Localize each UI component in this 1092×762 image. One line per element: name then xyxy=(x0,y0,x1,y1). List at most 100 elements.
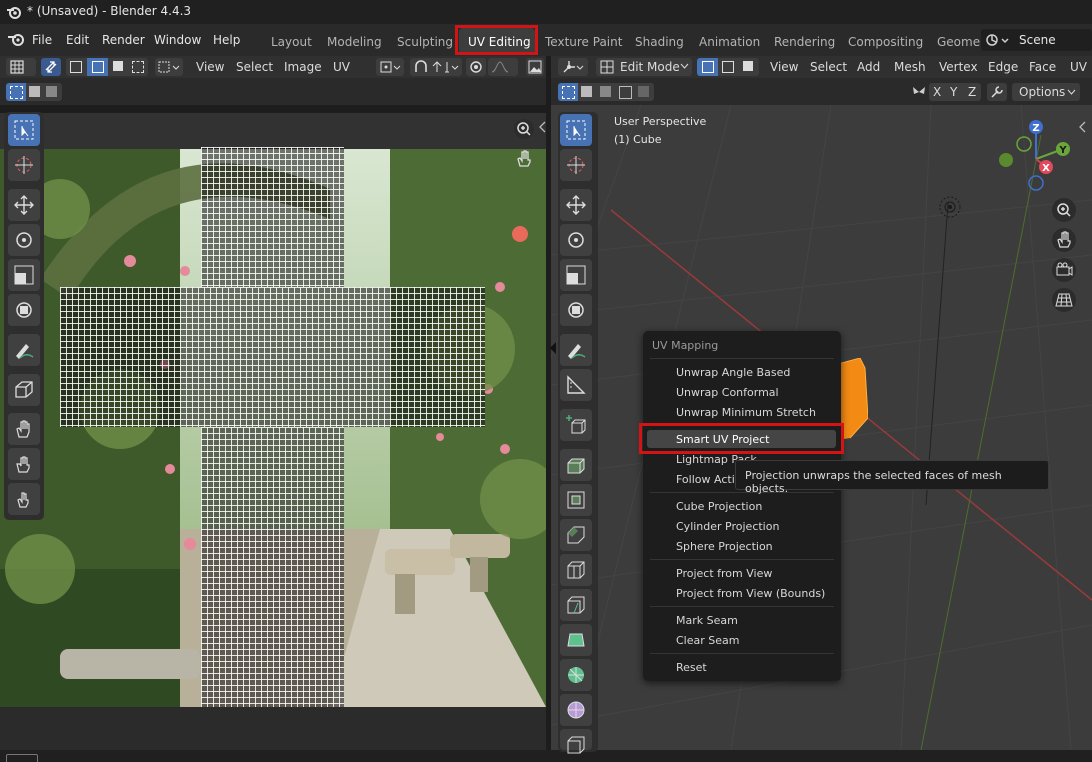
vp-menu-edge[interactable]: Edge xyxy=(988,60,1018,74)
vertex-select-icon xyxy=(702,61,714,73)
uv-rip-tool[interactable] xyxy=(8,374,40,406)
menu-item-mark-seam[interactable]: Mark Seam xyxy=(676,614,738,627)
mirror-axis-z[interactable]: Z xyxy=(968,85,976,99)
blender-menu-icon[interactable] xyxy=(7,33,25,47)
vp-measure-tool[interactable] xyxy=(560,369,592,401)
tab-texture-paint[interactable]: Texture Paint xyxy=(545,35,622,49)
menu-item-sphere-projection[interactable]: Sphere Projection xyxy=(676,540,773,553)
vp-select-box-tool[interactable] xyxy=(560,114,592,146)
vp-menu-face[interactable]: Face xyxy=(1029,60,1056,74)
menu-item-project-from-view[interactable]: Project from View xyxy=(676,567,772,580)
vp-move-tool[interactable] xyxy=(560,189,592,221)
uv-cursor-tool[interactable] xyxy=(8,149,40,181)
menu-item-follow-active-quads[interactable]: Follow Acti xyxy=(676,473,735,486)
vp-knife-tool[interactable] xyxy=(560,589,592,621)
vp-menu-select[interactable]: Select xyxy=(810,60,847,74)
perspective-toggle-icon[interactable] xyxy=(1051,287,1077,313)
vp-extrude-tool[interactable] xyxy=(560,449,592,481)
edge-select-icon xyxy=(722,61,734,73)
tab-shading[interactable]: Shading xyxy=(635,35,684,49)
uv-select-box-tool[interactable] xyxy=(8,114,40,146)
cursor-icon xyxy=(15,156,33,174)
mirror-axis-x[interactable]: X xyxy=(933,85,941,99)
uv-relax-tool[interactable] xyxy=(8,448,40,480)
vp-annotate-tool[interactable] xyxy=(560,334,592,366)
uv-grab-tool[interactable] xyxy=(8,413,40,445)
uv-rotate-tool[interactable] xyxy=(8,224,40,256)
vp-select-new-icon xyxy=(562,86,575,99)
uv-menu-uv[interactable]: UV xyxy=(333,60,350,74)
scale-icon xyxy=(14,265,34,285)
menu-file[interactable]: File xyxy=(32,33,52,47)
tooltip-text: Projection unwraps the selected faces of… xyxy=(745,469,1002,495)
navigation-gizmo[interactable]: Z Y X xyxy=(996,117,1076,193)
uv-island-top[interactable] xyxy=(201,147,344,287)
vp-menu-uv[interactable]: UV xyxy=(1070,60,1087,74)
vp-rotate-tool[interactable] xyxy=(560,224,592,256)
menu-edit[interactable]: Edit xyxy=(66,33,89,47)
uv-island-bottom[interactable] xyxy=(201,427,344,707)
menu-item-project-from-view-bounds[interactable]: Project from View (Bounds) xyxy=(676,587,825,600)
menu-item-cube-projection[interactable]: Cube Projection xyxy=(676,500,762,513)
edge-slide-icon xyxy=(567,736,585,754)
transform-icon xyxy=(16,302,32,318)
tab-layout[interactable]: Layout xyxy=(271,35,312,49)
pan-hand-icon[interactable] xyxy=(513,147,535,169)
uv-move-tool[interactable] xyxy=(8,189,40,221)
uv-editing-tab-highlight xyxy=(455,25,538,55)
vp-scale-tool[interactable] xyxy=(560,259,592,291)
tab-geometry-nodes[interactable]: Geome xyxy=(937,35,980,49)
tab-compositing[interactable]: Compositing xyxy=(848,35,923,49)
uv-menu-select[interactable]: Select xyxy=(236,60,273,74)
vp-select-extend-icon xyxy=(581,86,592,97)
menu-item-unwrap-conformal[interactable]: Unwrap Conformal xyxy=(676,386,779,399)
vp-transform-tool[interactable] xyxy=(560,294,592,326)
menu-item-reset[interactable]: Reset xyxy=(676,661,707,674)
uv-menu-image[interactable]: Image xyxy=(284,60,322,74)
vp-edge-slide-tool[interactable] xyxy=(560,729,592,754)
mirror-butterfly-icon[interactable] xyxy=(911,84,927,100)
tab-sculpting[interactable]: Sculpting xyxy=(397,35,453,49)
sidebar-toggle-icon[interactable] xyxy=(539,120,546,134)
menu-help[interactable]: Help xyxy=(213,33,240,47)
vp-zoom-icon[interactable] xyxy=(1051,197,1077,223)
loop-cut-icon xyxy=(567,561,585,579)
vp-pan-icon[interactable] xyxy=(1051,227,1077,253)
menu-item-unwrap-minimum-stretch[interactable]: Unwrap Minimum Stretch xyxy=(676,406,816,419)
vp-menu-vertex[interactable]: Vertex xyxy=(939,60,978,74)
vp-menu-view[interactable]: View xyxy=(770,60,798,74)
menu-item-clear-seam[interactable]: Clear Seam xyxy=(676,634,739,647)
tab-rendering[interactable]: Rendering xyxy=(774,35,835,49)
uv-pinch-tool[interactable] xyxy=(8,483,40,515)
tab-animation[interactable]: Animation xyxy=(699,35,760,49)
tab-modeling[interactable]: Modeling xyxy=(327,35,382,49)
vp-add-cube-tool[interactable] xyxy=(560,409,592,441)
area-split-arrow-icon[interactable] xyxy=(549,340,557,356)
vp-poly-build-tool[interactable] xyxy=(560,624,592,656)
uv-menu-view[interactable]: View xyxy=(196,60,224,74)
vp-menu-mesh[interactable]: Mesh xyxy=(894,60,926,74)
zoom-icon[interactable] xyxy=(513,118,535,140)
scene-icon[interactable] xyxy=(985,31,1011,49)
add-cube-icon xyxy=(566,415,586,434)
uv-transform-tool[interactable] xyxy=(8,294,40,326)
light-object-icon[interactable] xyxy=(937,194,963,220)
uv-annotate-tool[interactable] xyxy=(8,334,40,366)
vp-inset-tool[interactable] xyxy=(560,484,592,516)
vp-bevel-tool[interactable] xyxy=(560,519,592,551)
menu-window[interactable]: Window xyxy=(154,33,201,47)
camera-view-icon[interactable] xyxy=(1051,257,1077,283)
vp-smooth-tool[interactable] xyxy=(560,694,592,726)
vp-cursor-tool[interactable] xyxy=(560,149,592,181)
menu-item-unwrap-angle-based[interactable]: Unwrap Angle Based xyxy=(676,366,790,379)
vp-menu-add[interactable]: Add xyxy=(857,60,880,74)
smart-uv-project-highlight xyxy=(639,423,844,454)
vp-loop-cut-tool[interactable] xyxy=(560,554,592,586)
mirror-axis-y[interactable]: Y xyxy=(950,85,957,99)
uv-island-middle[interactable] xyxy=(60,287,485,427)
vp-sidebar-toggle-icon[interactable] xyxy=(1079,120,1086,134)
uv-scale-tool[interactable] xyxy=(8,259,40,291)
menu-item-cylinder-projection[interactable]: Cylinder Projection xyxy=(676,520,779,533)
vp-spin-tool[interactable] xyxy=(560,659,592,691)
menu-render[interactable]: Render xyxy=(102,33,145,47)
